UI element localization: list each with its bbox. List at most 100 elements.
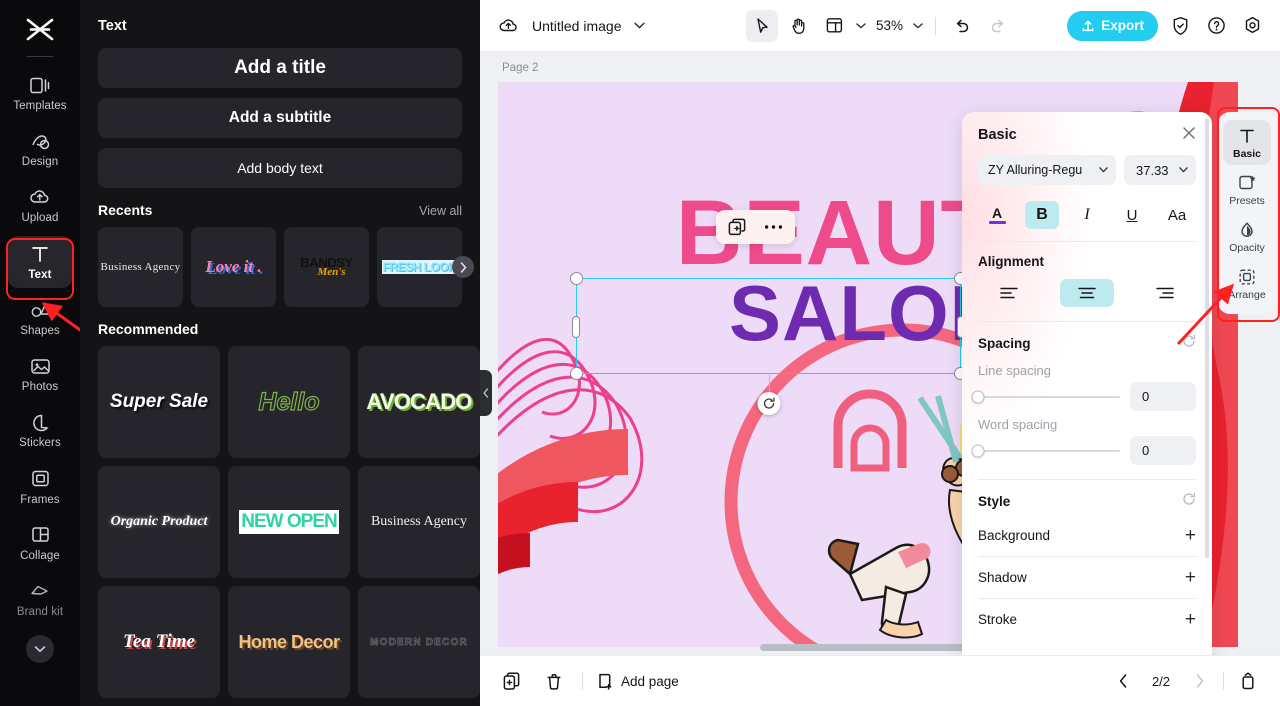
rec-thumb-tea-time[interactable]: Tea Time — [98, 586, 220, 698]
vrail-item-basic[interactable]: Basic — [1223, 120, 1271, 165]
vrail-item-presets[interactable]: Presets — [1223, 167, 1271, 212]
plus-icon[interactable]: + — [1185, 610, 1196, 629]
add-subtitle-button[interactable]: Add a subtitle — [98, 98, 462, 138]
layout-panel-icon[interactable] — [818, 10, 850, 42]
sidebar-item-stickers[interactable]: Stickers — [8, 404, 72, 456]
align-right-button[interactable] — [1138, 279, 1192, 307]
text-case-button[interactable]: Aa — [1160, 201, 1194, 229]
shield-check-icon[interactable] — [1166, 12, 1194, 40]
close-icon[interactable] — [1182, 126, 1196, 143]
next-page-button[interactable] — [1185, 667, 1213, 695]
resize-handle-bottom-left[interactable] — [570, 367, 583, 380]
style-row-stroke[interactable]: Stroke + — [978, 599, 1196, 640]
cursor-arrow-icon[interactable] — [745, 9, 778, 42]
capcut-logo-icon[interactable] — [18, 10, 62, 50]
add-title-button[interactable]: Add a title — [98, 48, 462, 88]
properties-scrollbar[interactable] — [1205, 118, 1209, 558]
style-row-shadow[interactable]: Shadow + — [978, 557, 1196, 598]
zoom-level[interactable]: 53% — [872, 18, 907, 33]
more-horizontal-icon[interactable] — [764, 224, 783, 230]
resize-handle-left[interactable] — [572, 316, 580, 338]
line-spacing-input[interactable]: 0 — [1130, 382, 1196, 411]
recent-thumb-love-it[interactable]: Love it . — [191, 227, 276, 307]
word-spacing-input[interactable]: 0 — [1130, 436, 1196, 465]
topbar-left: Untitled image — [494, 12, 648, 40]
vrail-item-opacity[interactable]: Opacity — [1223, 214, 1271, 259]
sidebar-item-templates[interactable]: Templates — [8, 67, 72, 119]
word-spacing-slider[interactable] — [971, 444, 1120, 457]
rec-thumb-modern-decor[interactable]: MODERN DECOR — [358, 586, 480, 698]
sidebar-item-design[interactable]: Design — [8, 123, 72, 175]
line-spacing-knob[interactable] — [971, 390, 985, 403]
italic-button[interactable]: I — [1070, 201, 1104, 229]
recent-thumb-bandsy[interactable]: BANDSY Men's — [284, 227, 369, 307]
vrail-item-arrange[interactable]: Arrange — [1223, 261, 1271, 306]
rec-thumb-new-open[interactable]: NEW OPEN — [228, 466, 350, 578]
line-spacing-slider[interactable] — [971, 390, 1120, 403]
recents-view-all-link[interactable]: View all — [419, 204, 462, 218]
zoom-chevron-down-icon[interactable] — [911, 12, 925, 40]
text-selection-box[interactable] — [570, 272, 967, 415]
resize-handle-top-left[interactable] — [570, 272, 583, 285]
sidebar-item-shapes[interactable]: Shapes — [8, 292, 72, 344]
add-page-button[interactable]: Add page — [597, 672, 679, 690]
rec-thumb-organic-product[interactable]: Organic Product — [98, 466, 220, 578]
rail-expand-button[interactable] — [26, 635, 54, 664]
align-center-button[interactable] — [1060, 279, 1114, 307]
style-row-background[interactable]: Background + — [978, 515, 1196, 556]
trash-icon[interactable] — [540, 667, 568, 695]
title-chevron-down-icon[interactable] — [632, 12, 648, 40]
font-size-select[interactable]: 37.33 — [1124, 155, 1196, 185]
plus-icon[interactable]: + — [1185, 568, 1196, 587]
thumb-label: Tea Time — [123, 631, 195, 652]
sidebar-item-photos[interactable]: Photos — [8, 348, 72, 400]
document-title[interactable]: Untitled image — [532, 18, 622, 34]
cloud-save-icon[interactable] — [494, 12, 522, 40]
rec-thumb-avocado[interactable]: AVOCADO — [358, 346, 480, 458]
sidebar-item-upload[interactable]: Upload — [8, 179, 72, 231]
rotate-handle[interactable] — [757, 392, 780, 415]
prev-page-button[interactable] — [1109, 667, 1137, 695]
spacing-reset-icon[interactable] — [1182, 334, 1196, 353]
thumb-label: Super Sale — [109, 391, 209, 412]
align-left-button[interactable] — [982, 279, 1036, 307]
layout-chevron-down-icon[interactable] — [854, 12, 868, 40]
rec-thumb-business-agency[interactable]: Business Agency — [358, 466, 480, 578]
undo-arrow-icon[interactable] — [946, 10, 978, 42]
rail-divider — [27, 56, 53, 57]
toolbar-divider — [935, 16, 937, 35]
sidebar-item-text[interactable]: Text — [8, 235, 72, 288]
add-body-text-button[interactable]: Add body text — [98, 148, 462, 188]
recents-row: Business Agency Love it . BANDSY Men's F… — [98, 227, 474, 307]
text-format-row: A B I U Aa — [978, 197, 1196, 239]
panel-collapse-handle[interactable] — [480, 370, 492, 416]
settings-gear-icon[interactable] — [1238, 12, 1266, 40]
question-circle-icon[interactable] — [1202, 12, 1230, 40]
hand-icon[interactable] — [782, 10, 814, 42]
word-spacing-knob[interactable] — [971, 444, 985, 457]
word-spacing-row: 0 — [971, 436, 1196, 465]
style-reset-icon[interactable] — [1182, 492, 1196, 511]
sidebar-item-brand-kit[interactable]: Brand kit — [8, 573, 72, 625]
recents-next-button[interactable] — [452, 256, 474, 278]
export-button[interactable]: Export — [1067, 10, 1158, 41]
sidebar-item-collage[interactable]: Collage — [8, 517, 72, 569]
rec-thumb-hello[interactable]: Hello — [228, 346, 350, 458]
style-row-label: Background — [978, 528, 1051, 543]
underline-button[interactable]: U — [1115, 201, 1149, 229]
plus-icon[interactable]: + — [1185, 526, 1196, 545]
recent-thumb-business-agency[interactable]: Business Agency — [98, 227, 183, 307]
duplicate-icon[interactable] — [728, 218, 746, 236]
recent-thumb-fresh-look[interactable]: FRESH LOOK — [377, 227, 462, 307]
sidebar-item-frames[interactable]: Frames — [8, 461, 72, 513]
expand-pages-button[interactable] — [1234, 667, 1262, 695]
canvas-area[interactable]: Page 2 BEAUTY SALON Basic ZY Alluring-Re… — [480, 52, 1280, 655]
thumb-label: Hello — [258, 387, 320, 416]
bold-button[interactable]: B — [1025, 201, 1059, 229]
rec-thumb-home-decor[interactable]: Home Decor — [228, 586, 350, 698]
duplicate-page-icon[interactable] — [498, 667, 526, 695]
font-family-select[interactable]: ZY Alluring-Regu — [978, 155, 1116, 185]
rec-thumb-super-sale[interactable]: Super Sale — [98, 346, 220, 458]
chevron-right-icon — [460, 261, 467, 273]
text-color-button[interactable]: A — [980, 201, 1014, 229]
